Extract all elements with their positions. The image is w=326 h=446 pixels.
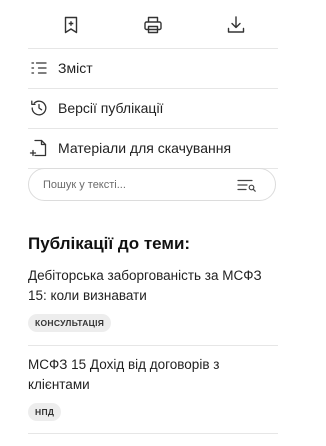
related-heading: Публікації до теми: bbox=[28, 234, 191, 253]
divider bbox=[28, 433, 278, 434]
search-box bbox=[28, 168, 276, 201]
related-item-title[interactable]: Дебіторська заборгованість за МСФЗ 15: к… bbox=[28, 266, 278, 306]
menu-item-label: Зміст bbox=[58, 60, 93, 76]
download-icon[interactable] bbox=[225, 14, 247, 36]
related-item-badge: НПД bbox=[28, 403, 62, 421]
text-search-icon[interactable] bbox=[237, 177, 257, 193]
list-icon bbox=[29, 58, 49, 78]
related-item: МСФЗ 15 Дохід від договорів з клієнтами … bbox=[28, 355, 278, 421]
related-item: Дебіторська заборгованість за МСФЗ 15: к… bbox=[28, 266, 278, 332]
toolbar bbox=[28, 0, 278, 49]
print-icon[interactable] bbox=[142, 14, 164, 36]
menu-item-contents[interactable]: Зміст bbox=[28, 48, 278, 89]
menu-item-downloads[interactable]: Матеріали для скачування bbox=[28, 128, 278, 169]
search-input[interactable] bbox=[43, 178, 233, 191]
divider bbox=[28, 345, 278, 346]
related-item-badge: КОНСУЛЬТАЦІЯ bbox=[28, 314, 112, 332]
related-item-title[interactable]: МСФЗ 15 Дохід від договорів з клієнтами bbox=[28, 355, 278, 395]
file-add-icon bbox=[29, 138, 49, 158]
history-icon bbox=[29, 98, 49, 118]
menu-item-label: Версії публікації bbox=[58, 100, 164, 116]
bookmark-icon[interactable] bbox=[60, 14, 82, 36]
menu-item-label: Матеріали для скачування bbox=[58, 140, 232, 156]
menu-item-versions[interactable]: Версії публікації bbox=[28, 88, 278, 129]
